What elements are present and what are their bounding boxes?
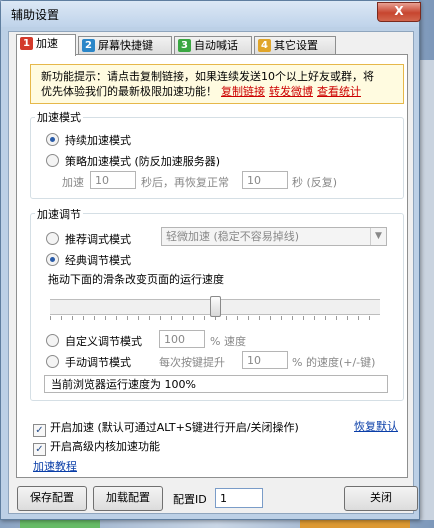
tab-other-settings[interactable]: 4 其它设置 xyxy=(254,36,336,55)
custom-speed-unit: % 速度 xyxy=(210,335,246,348)
view-stats-link[interactable]: 查看统计 xyxy=(317,85,361,98)
tab-screen-hotkeys[interactable]: 2 屏幕快捷键 xyxy=(78,36,172,55)
accel-adjust-group-label: 加速调节 xyxy=(35,206,83,222)
save-config-button[interactable]: 保存配置 xyxy=(17,486,87,511)
dropdown-value: 轻微加速 (稳定不容易掉线) xyxy=(166,230,300,243)
background-window-edge xyxy=(420,60,434,520)
accel-seconds-label: 加速 xyxy=(62,176,84,189)
continuous-mode-label: 持续加速模式 xyxy=(65,134,131,147)
tab-label: 自动喊话 xyxy=(194,39,238,52)
notice-text-line2: 优先体验我们的最新极限加速功能！ xyxy=(41,85,217,98)
custom-mode-label: 自定义调节模式 xyxy=(65,335,142,348)
close-button[interactable]: 关闭 xyxy=(344,486,418,511)
enable-accel-checkbox[interactable]: ✓ 开启加速 (默认可通过ALT+S键进行开启/关闭操作) xyxy=(33,419,299,437)
accel-mode-group-label: 加速模式 xyxy=(35,109,83,125)
enable-kernel-label: 开启高级内核加速功能 xyxy=(50,440,160,453)
feature-notice: 新功能提示：请点击复制链接，如果连续发送10个以上好友或群，将 优先体验我们的最… xyxy=(30,64,404,104)
restore-default-link[interactable]: 恢复默认 xyxy=(354,418,398,434)
title-bar[interactable]: 辅助设置 X xyxy=(1,1,421,27)
tab-number-badge: 1 xyxy=(20,37,33,50)
window-title: 辅助设置 xyxy=(11,8,60,22)
tab-number-badge: 3 xyxy=(178,39,191,52)
restore-label: 秒后，再恢复正常 xyxy=(141,176,229,189)
checkbox-checked-icon: ✓ xyxy=(33,424,46,437)
checkbox-checked-icon: ✓ xyxy=(33,443,46,456)
config-id-label: 配置ID xyxy=(173,493,207,506)
manual-step-input[interactable]: 10 xyxy=(242,351,288,369)
radio-selected-icon xyxy=(46,133,59,146)
tab-number-badge: 4 xyxy=(258,39,271,52)
classic-mode-label: 经典调节模式 xyxy=(65,254,131,267)
manual-step-label: 每次按键提升 xyxy=(159,356,225,369)
speed-slider-thumb[interactable] xyxy=(209,296,221,317)
enable-accel-label: 开启加速 (默认可通过ALT+S键进行开启/关闭操作) xyxy=(50,421,299,434)
config-id-input[interactable]: 1 xyxy=(215,488,263,508)
radio-icon xyxy=(46,355,59,368)
recommended-mode-label: 推荐调式模式 xyxy=(65,233,131,246)
current-speed-status: 当前浏览器运行速度为 100% xyxy=(44,375,388,393)
strategy-mode-label: 策略加速模式 (防反加速服务器) xyxy=(65,155,221,168)
tutorial-link[interactable]: 加速教程 xyxy=(33,458,77,474)
load-config-button[interactable]: 加载配置 xyxy=(93,486,163,511)
radio-icon xyxy=(46,232,59,245)
manual-mode-label: 手动调节模式 xyxy=(65,356,131,369)
tab-label: 其它设置 xyxy=(274,39,318,52)
manual-step-unit: % 的速度(+/-键) xyxy=(292,356,376,369)
tab-label: 加速 xyxy=(36,37,58,50)
tab-auto-message[interactable]: 3 自动喊话 xyxy=(174,36,252,55)
strategy-mode-option[interactable]: 策略加速模式 (防反加速服务器) xyxy=(46,153,220,169)
classic-mode-option[interactable]: 经典调节模式 xyxy=(46,252,131,268)
copy-link[interactable]: 复制链接 xyxy=(221,85,265,98)
restore-seconds-input[interactable]: 10 xyxy=(242,171,288,189)
tab-label: 屏幕快捷键 xyxy=(98,39,153,52)
chevron-down-icon: ▼ xyxy=(370,228,386,245)
custom-mode-option[interactable]: 自定义调节模式 xyxy=(46,333,142,349)
slider-hint: 拖动下面的滑条改变页面的运行速度 xyxy=(48,273,224,286)
recommended-mode-option[interactable]: 推荐调式模式 xyxy=(46,231,131,247)
accel-seconds-input[interactable]: 10 xyxy=(90,171,136,189)
enable-kernel-checkbox[interactable]: ✓ 开启高级内核加速功能 xyxy=(33,438,160,456)
continuous-mode-option[interactable]: 持续加速模式 xyxy=(46,132,131,148)
custom-speed-input[interactable]: 100 xyxy=(159,330,205,348)
radio-icon xyxy=(46,334,59,347)
restore-unit-label: 秒 (反复) xyxy=(292,176,338,189)
tab-accelerate[interactable]: 1 加速 xyxy=(16,34,76,56)
recommended-preset-dropdown[interactable]: 轻微加速 (稳定不容易掉线) ▼ xyxy=(161,227,387,246)
window-close-button[interactable]: X xyxy=(377,2,421,22)
share-weibo-link[interactable]: 转发微博 xyxy=(269,85,313,98)
radio-selected-icon xyxy=(46,253,59,266)
manual-mode-option[interactable]: 手动调节模式 xyxy=(46,354,131,370)
radio-icon xyxy=(46,154,59,167)
notice-text-line1: 新功能提示：请点击复制链接，如果连续发送10个以上好友或群，将 xyxy=(41,70,374,83)
tab-number-badge: 2 xyxy=(82,39,95,52)
